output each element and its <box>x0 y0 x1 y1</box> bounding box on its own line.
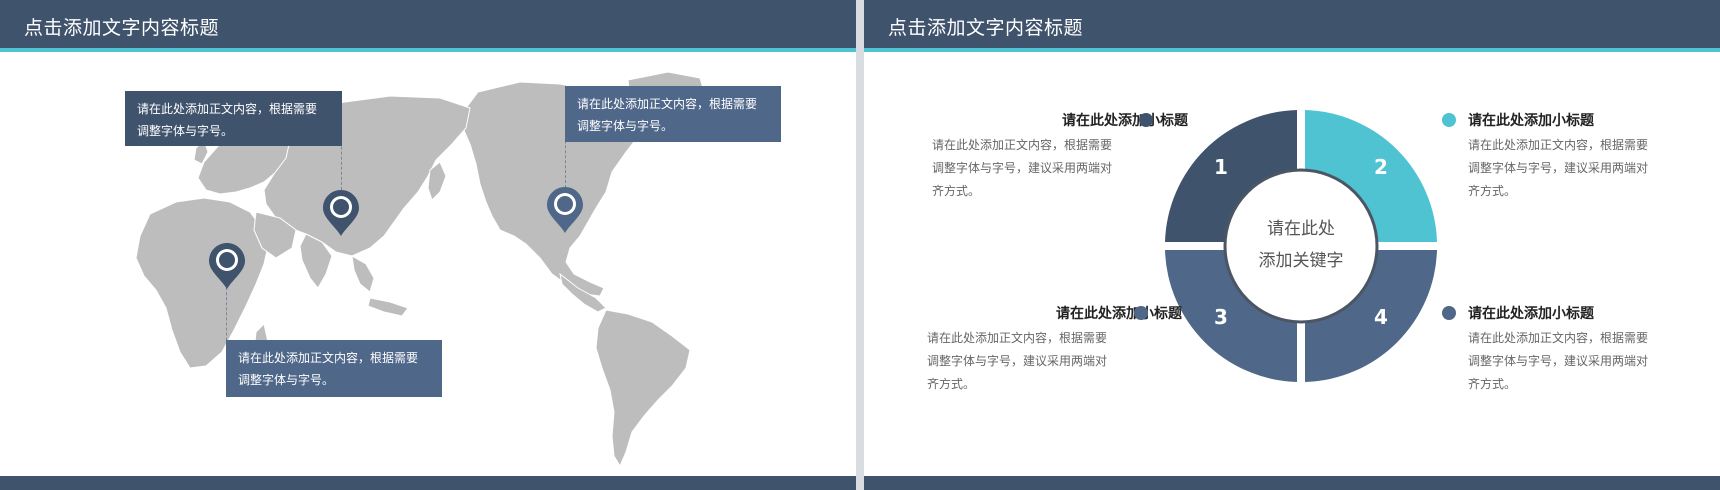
body-line: 调整字体与字号，建议采用两端对 <box>1468 354 1649 368</box>
item-title-3: 请在此处添加小标题 <box>1056 306 1182 322</box>
slide-quadrant-chart: 点击添加文字内容标题 1 2 3 4 请在此处 添加关键字 请在此处添加小标题 … <box>864 0 1720 490</box>
callout-box-africa: 请在此处添加正文内容，根据需要 调整字体与字号。 <box>226 340 442 397</box>
map-pin-icon <box>547 187 583 233</box>
slide-header: 点击添加文字内容标题 <box>0 0 856 48</box>
callout-text: 调整字体与字号。 <box>577 119 674 133</box>
header-accent-stripe <box>864 48 1720 52</box>
callout-text: 请在此处添加正文内容，根据需要 <box>137 102 318 116</box>
callout-text: 请在此处添加正文内容，根据需要 <box>238 351 419 365</box>
body-line: 齐方式。 <box>1468 377 1517 391</box>
body-line: 调整字体与字号，建议采用两端对 <box>927 354 1108 368</box>
body-line: 请在此处添加正文内容，根据需要 <box>1468 331 1649 345</box>
segment-number-4: 4 <box>1374 305 1388 329</box>
center-keyword-line: 添加关键字 <box>1258 251 1344 271</box>
body-line: 齐方式。 <box>927 377 976 391</box>
callout-box-america: 请在此处添加正文内容，根据需要 调整字体与字号。 <box>565 86 781 142</box>
body-line: 请在此处添加正文内容，根据需要 <box>1468 138 1649 152</box>
segment-number-3: 3 <box>1214 305 1228 329</box>
body-line: 齐方式。 <box>1468 184 1517 198</box>
center-keyword-line: 请在此处 <box>1267 219 1335 239</box>
bullet-dot-icon <box>1438 302 1460 324</box>
slide-world-map: 点击添加文字内容标题 请在此处添加正文内容，根据需要 调整字体与字号。 请在此处… <box>0 0 856 490</box>
slide-title: 点击添加文字内容标题 <box>888 17 1084 39</box>
slide-footer-bar <box>864 476 1720 490</box>
segment-number-1: 1 <box>1214 155 1228 179</box>
body-line: 请在此处添加正文内容，根据需要 <box>932 138 1113 152</box>
item-title-2: 请在此处添加小标题 <box>1468 113 1594 129</box>
item-body-3: 请在此处添加正文内容，根据需要 调整字体与字号，建议采用两端对 齐方式。 <box>927 327 1117 396</box>
item-body-4: 请在此处添加正文内容，根据需要 调整字体与字号，建议采用两端对 齐方式。 <box>1468 327 1658 396</box>
item-title-1: 请在此处添加小标题 <box>1062 113 1188 129</box>
bullet-dot-icon <box>1135 109 1157 131</box>
center-keyword: 请在此处 添加关键字 <box>1241 213 1361 277</box>
slide-header: 点击添加文字内容标题 <box>864 0 1720 48</box>
callout-text: 请在此处添加正文内容，根据需要 <box>577 97 758 111</box>
item-title-4: 请在此处添加小标题 <box>1468 306 1594 322</box>
bullet-dot-icon <box>1130 302 1152 324</box>
callout-text: 调整字体与字号。 <box>238 373 335 387</box>
item-body-2: 请在此处添加正文内容，根据需要 调整字体与字号，建议采用两端对 齐方式。 <box>1468 134 1658 203</box>
slide-title: 点击添加文字内容标题 <box>24 17 220 39</box>
map-pin-icon <box>323 190 359 236</box>
map-pin-icon <box>209 243 245 289</box>
bullet-dot-icon <box>1438 109 1460 131</box>
item-body-1: 请在此处添加正文内容，根据需要 调整字体与字号，建议采用两端对 齐方式。 <box>932 134 1122 203</box>
slide-footer-bar <box>0 476 856 490</box>
segment-number-2: 2 <box>1374 155 1388 179</box>
body-line: 请在此处添加正文内容，根据需要 <box>927 331 1108 345</box>
callout-box-asia: 请在此处添加正文内容，根据需要 调整字体与字号。 <box>125 91 342 146</box>
callout-text: 调整字体与字号。 <box>137 124 234 138</box>
body-line: 齐方式。 <box>932 184 981 198</box>
body-line: 调整字体与字号，建议采用两端对 <box>1468 161 1649 175</box>
body-line: 调整字体与字号，建议采用两端对 <box>932 161 1113 175</box>
